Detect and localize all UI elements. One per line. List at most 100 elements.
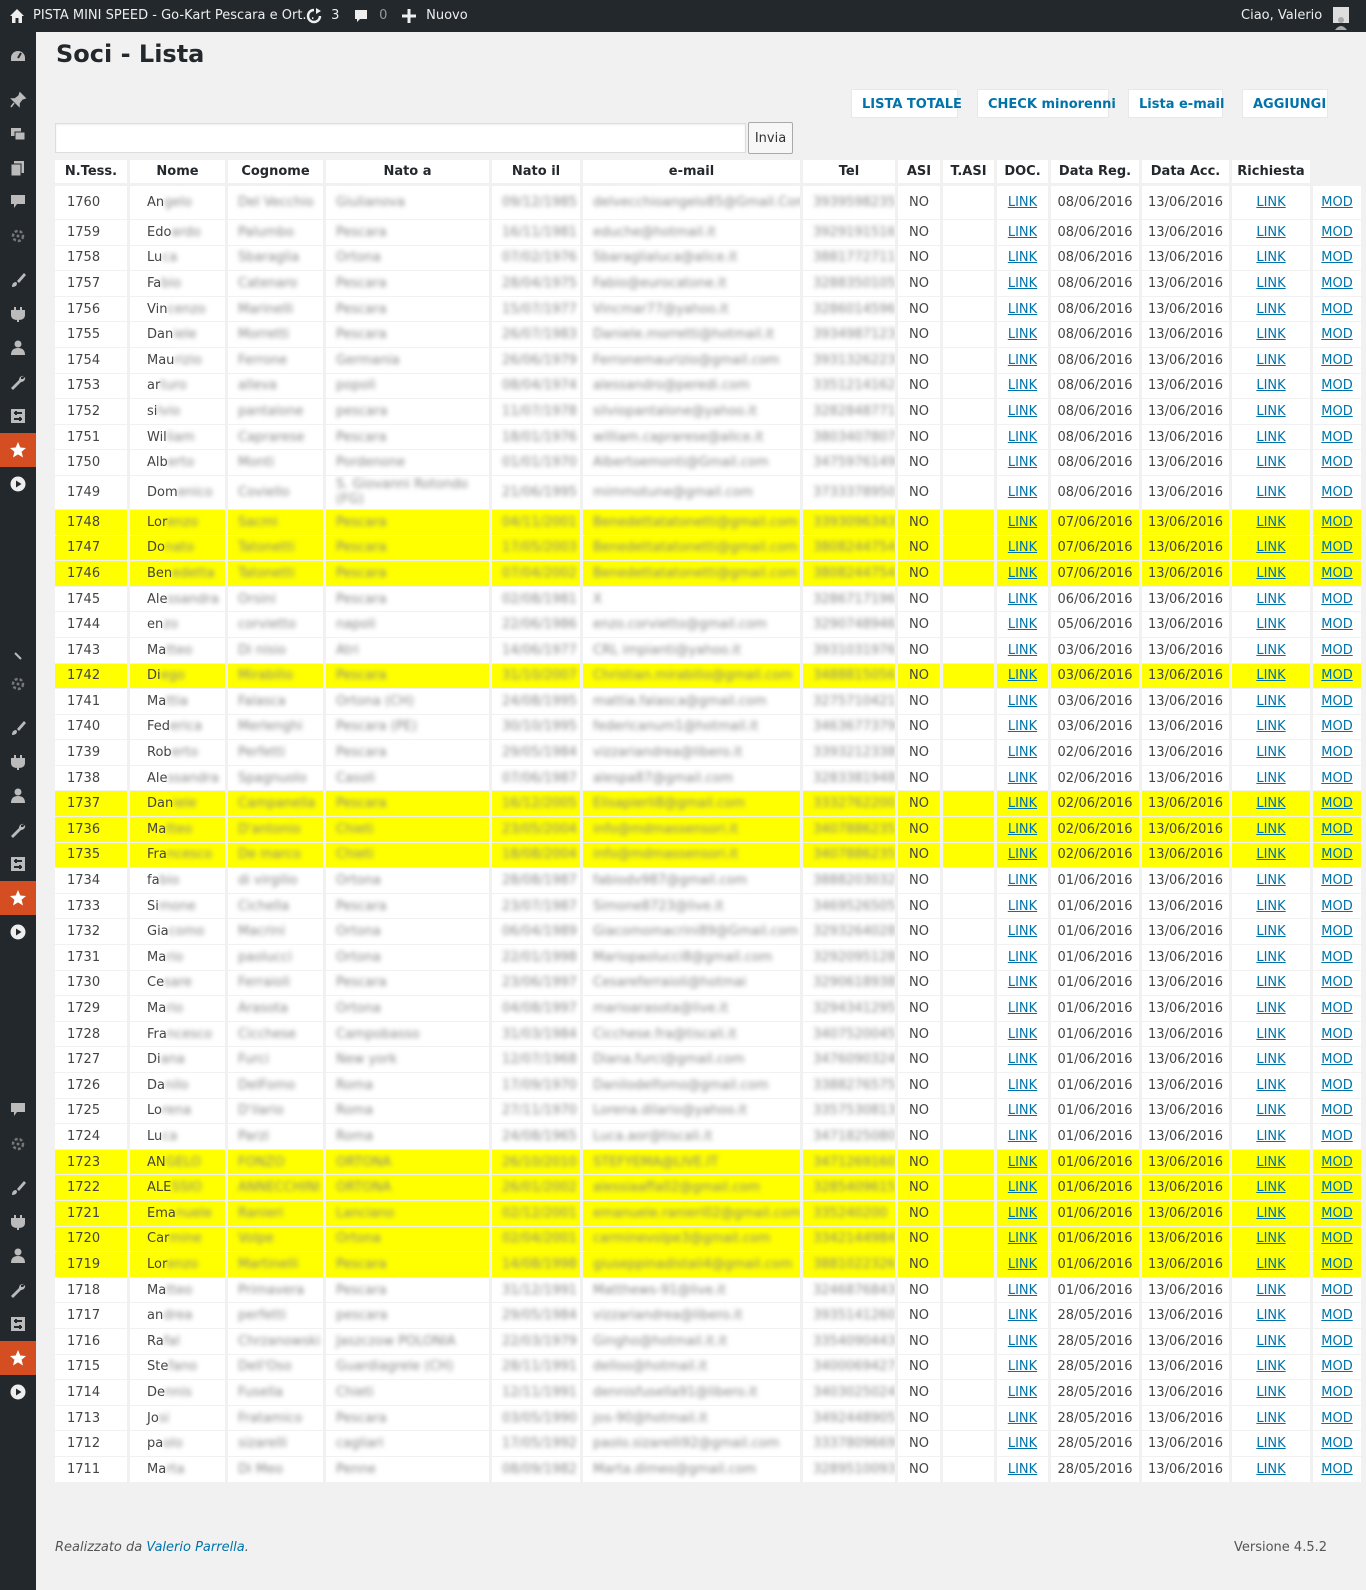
mod-link[interactable]: MOD xyxy=(1321,745,1352,760)
richiesta-link[interactable]: LINK xyxy=(1256,1411,1285,1426)
mod-link[interactable]: MOD xyxy=(1321,796,1352,811)
richiesta-link[interactable]: LINK xyxy=(1256,617,1285,632)
doc-link[interactable]: LINK xyxy=(1008,1462,1037,1477)
menu-item-wrench[interactable] xyxy=(0,1273,36,1307)
menu-item-media[interactable] xyxy=(0,117,36,151)
menu-item-wrench[interactable] xyxy=(0,813,36,847)
richiesta-link[interactable]: LINK xyxy=(1256,404,1285,419)
doc-link[interactable]: LINK xyxy=(1008,225,1037,240)
menu-item-settings[interactable] xyxy=(0,1307,36,1341)
menu-item-gear[interactable] xyxy=(0,1127,36,1161)
mod-link[interactable]: MOD xyxy=(1321,643,1352,658)
menu-item-users[interactable] xyxy=(0,1239,36,1273)
menu-item-users[interactable] xyxy=(0,331,36,365)
mod-link[interactable]: MOD xyxy=(1321,950,1352,965)
mod-link[interactable]: MOD xyxy=(1321,1231,1352,1246)
mod-link[interactable]: MOD xyxy=(1321,771,1352,786)
menu-item-paint-brush[interactable] xyxy=(0,711,36,745)
richiesta-link[interactable]: LINK xyxy=(1256,276,1285,291)
doc-link[interactable]: LINK xyxy=(1008,1385,1037,1400)
doc-link[interactable]: LINK xyxy=(1008,327,1037,342)
doc-link[interactable]: LINK xyxy=(1008,1436,1037,1451)
mod-link[interactable]: MOD xyxy=(1321,1027,1352,1042)
richiesta-link[interactable]: LINK xyxy=(1256,1257,1285,1272)
menu-item-plugin[interactable] xyxy=(0,745,36,779)
mod-link[interactable]: MOD xyxy=(1321,1359,1352,1374)
mod-link[interactable]: MOD xyxy=(1321,404,1352,419)
mod-link[interactable]: MOD xyxy=(1321,566,1352,581)
doc-link[interactable]: LINK xyxy=(1008,745,1037,760)
mod-link[interactable]: MOD xyxy=(1321,1155,1352,1170)
menu-item-dashboard[interactable] xyxy=(0,39,36,73)
home-icon[interactable] xyxy=(9,0,25,32)
menu-item-star[interactable] xyxy=(0,1341,36,1375)
richiesta-link[interactable]: LINK xyxy=(1256,1462,1285,1477)
mod-link[interactable]: MOD xyxy=(1321,250,1352,265)
richiesta-link[interactable]: LINK xyxy=(1256,1078,1285,1093)
richiesta-link[interactable]: LINK xyxy=(1256,771,1285,786)
mod-link[interactable]: MOD xyxy=(1321,1411,1352,1426)
mod-link[interactable]: MOD xyxy=(1321,694,1352,709)
richiesta-link[interactable]: LINK xyxy=(1256,1334,1285,1349)
richiesta-link[interactable]: LINK xyxy=(1256,719,1285,734)
doc-link[interactable]: LINK xyxy=(1008,302,1037,317)
doc-link[interactable]: LINK xyxy=(1008,515,1037,530)
doc-link[interactable]: LINK xyxy=(1008,975,1037,990)
mod-link[interactable]: MOD xyxy=(1321,327,1352,342)
richiesta-link[interactable]: LINK xyxy=(1256,592,1285,607)
doc-link[interactable]: LINK xyxy=(1008,1129,1037,1144)
doc-link[interactable]: LINK xyxy=(1008,540,1037,555)
richiesta-link[interactable]: LINK xyxy=(1256,1155,1285,1170)
doc-link[interactable]: LINK xyxy=(1008,485,1037,500)
doc-link[interactable]: LINK xyxy=(1008,353,1037,368)
richiesta-link[interactable]: LINK xyxy=(1256,566,1285,581)
lista-email-button[interactable]: Lista e-mail xyxy=(1128,89,1224,118)
mod-link[interactable]: MOD xyxy=(1321,276,1352,291)
menu-item-star[interactable] xyxy=(0,433,36,467)
doc-link[interactable]: LINK xyxy=(1008,950,1037,965)
doc-link[interactable]: LINK xyxy=(1008,455,1037,470)
richiesta-link[interactable]: LINK xyxy=(1256,924,1285,939)
doc-link[interactable]: LINK xyxy=(1008,378,1037,393)
mod-link[interactable]: MOD xyxy=(1321,899,1352,914)
richiesta-link[interactable]: LINK xyxy=(1256,796,1285,811)
doc-link[interactable]: LINK xyxy=(1008,276,1037,291)
menu-item-wrench[interactable] xyxy=(0,365,36,399)
richiesta-link[interactable]: LINK xyxy=(1256,1231,1285,1246)
doc-link[interactable]: LINK xyxy=(1008,430,1037,445)
doc-link[interactable]: LINK xyxy=(1008,592,1037,607)
new-content-link[interactable]: Nuovo xyxy=(402,0,468,32)
menu-item-play[interactable] xyxy=(0,467,36,501)
mod-link[interactable]: MOD xyxy=(1321,1180,1352,1195)
doc-link[interactable]: LINK xyxy=(1008,694,1037,709)
richiesta-link[interactable]: LINK xyxy=(1256,515,1285,530)
mod-link[interactable]: MOD xyxy=(1321,822,1352,837)
mod-link[interactable]: MOD xyxy=(1321,1385,1352,1400)
richiesta-link[interactable]: LINK xyxy=(1256,694,1285,709)
mod-link[interactable]: MOD xyxy=(1321,1334,1352,1349)
doc-link[interactable]: LINK xyxy=(1008,1180,1037,1195)
richiesta-link[interactable]: LINK xyxy=(1256,430,1285,445)
richiesta-link[interactable]: LINK xyxy=(1256,1027,1285,1042)
richiesta-link[interactable]: LINK xyxy=(1256,455,1285,470)
doc-link[interactable]: LINK xyxy=(1008,1206,1037,1221)
richiesta-link[interactable]: LINK xyxy=(1256,1359,1285,1374)
richiesta-link[interactable]: LINK xyxy=(1256,302,1285,317)
mod-link[interactable]: MOD xyxy=(1321,924,1352,939)
mod-link[interactable]: MOD xyxy=(1321,195,1352,210)
mod-link[interactable]: MOD xyxy=(1321,430,1352,445)
menu-item-comments[interactable] xyxy=(0,1093,36,1127)
richiesta-link[interactable]: LINK xyxy=(1256,485,1285,500)
richiesta-link[interactable]: LINK xyxy=(1256,1180,1285,1195)
mod-link[interactable]: MOD xyxy=(1321,225,1352,240)
mod-link[interactable]: MOD xyxy=(1321,975,1352,990)
mod-link[interactable]: MOD xyxy=(1321,515,1352,530)
richiesta-link[interactable]: LINK xyxy=(1256,950,1285,965)
doc-link[interactable]: LINK xyxy=(1008,1334,1037,1349)
doc-link[interactable]: LINK xyxy=(1008,924,1037,939)
richiesta-link[interactable]: LINK xyxy=(1256,822,1285,837)
doc-link[interactable]: LINK xyxy=(1008,771,1037,786)
menu-item-pin[interactable] xyxy=(0,83,36,117)
doc-link[interactable]: LINK xyxy=(1008,1411,1037,1426)
site-title-link[interactable]: PISTA MINI SPEED - Go-Kart Pescara e Ort… xyxy=(33,0,315,32)
